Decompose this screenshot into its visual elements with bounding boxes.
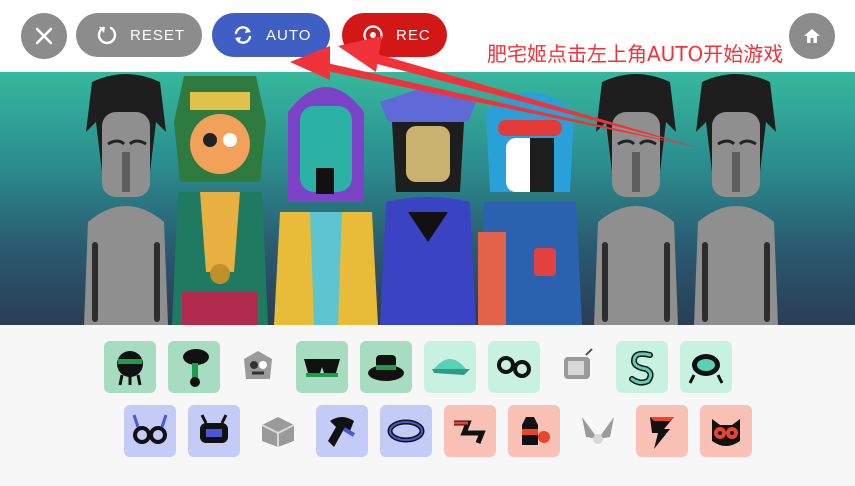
palette-tile-15[interactable] [380, 405, 432, 457]
beat-ball-icon [117, 351, 143, 386]
palette-tile-1[interactable] [104, 341, 156, 393]
palette-tile-18[interactable] [572, 405, 624, 457]
zigzag-icon [454, 420, 486, 444]
home-button[interactable] [789, 13, 835, 59]
ring-icon [387, 419, 425, 443]
bottle-icon [522, 417, 550, 445]
character-slot-5[interactable] [474, 72, 586, 325]
antenna-glasses-icon [132, 414, 168, 444]
rec-button[interactable]: REC [342, 13, 447, 57]
palette-tile-2[interactable] [168, 341, 220, 393]
record-icon [363, 25, 383, 45]
auto-button[interactable]: AUTO [212, 13, 330, 57]
palette-tile-10[interactable] [680, 341, 732, 393]
box-icon [261, 417, 295, 447]
sound-palette [0, 325, 855, 486]
palette-tile-7[interactable] [488, 341, 540, 393]
beat-stick-icon [183, 349, 209, 387]
palette-tile-12[interactable] [188, 405, 240, 457]
toolbar: RESET AUTO REC 肥宅姬点击左上角AUTO开始游戏 [0, 0, 855, 72]
reset-icon [97, 26, 117, 45]
bolt-icon [650, 417, 674, 449]
palette-tile-5[interactable] [360, 341, 412, 393]
home-icon [804, 29, 820, 43]
palette-tile-17[interactable] [508, 405, 560, 457]
close-icon [35, 27, 53, 45]
mask-icon [244, 351, 272, 379]
scarf-icon [328, 417, 356, 447]
annotation-text: 肥宅姬点击左上角AUTO开始游戏 [487, 42, 784, 66]
character-slot-6[interactable] [580, 72, 692, 325]
palette-tile-16[interactable] [444, 405, 496, 457]
palette-tile-19[interactable] [636, 405, 688, 457]
palette-tile-20[interactable] [700, 405, 752, 457]
hat-icon [368, 355, 404, 381]
tv-icon [564, 348, 593, 379]
cap-icon [432, 359, 470, 375]
palette-tile-9[interactable] [616, 341, 668, 393]
palette-tile-6[interactable] [424, 341, 476, 393]
turtle-icon [688, 354, 724, 384]
rec-label: REC [396, 26, 431, 44]
palette-tile-11[interactable] [124, 405, 176, 457]
character-slot-4[interactable] [372, 72, 484, 325]
palette-tile-14[interactable] [316, 405, 368, 457]
character-slot-7[interactable] [680, 72, 792, 325]
glasses-icon [304, 359, 340, 377]
wings-icon [582, 417, 614, 444]
character-slot-3[interactable] [270, 72, 382, 325]
swirl-icon [629, 350, 654, 386]
palette-tile-3[interactable] [232, 341, 284, 393]
auto-label: AUTO [266, 26, 312, 44]
character-slot-2[interactable] [164, 72, 276, 325]
palette-tile-8[interactable] [552, 341, 604, 393]
reset-label: RESET [130, 26, 186, 44]
palette-tile-4[interactable] [296, 341, 348, 393]
reset-button[interactable]: RESET [76, 13, 202, 57]
auto-cycle-icon [234, 26, 252, 44]
loop-icon [497, 356, 531, 378]
palette-tile-13[interactable] [252, 405, 304, 457]
close-button[interactable] [21, 13, 67, 59]
owl-icon [712, 419, 740, 446]
character-stage [0, 72, 855, 325]
robot-icon [200, 414, 228, 443]
